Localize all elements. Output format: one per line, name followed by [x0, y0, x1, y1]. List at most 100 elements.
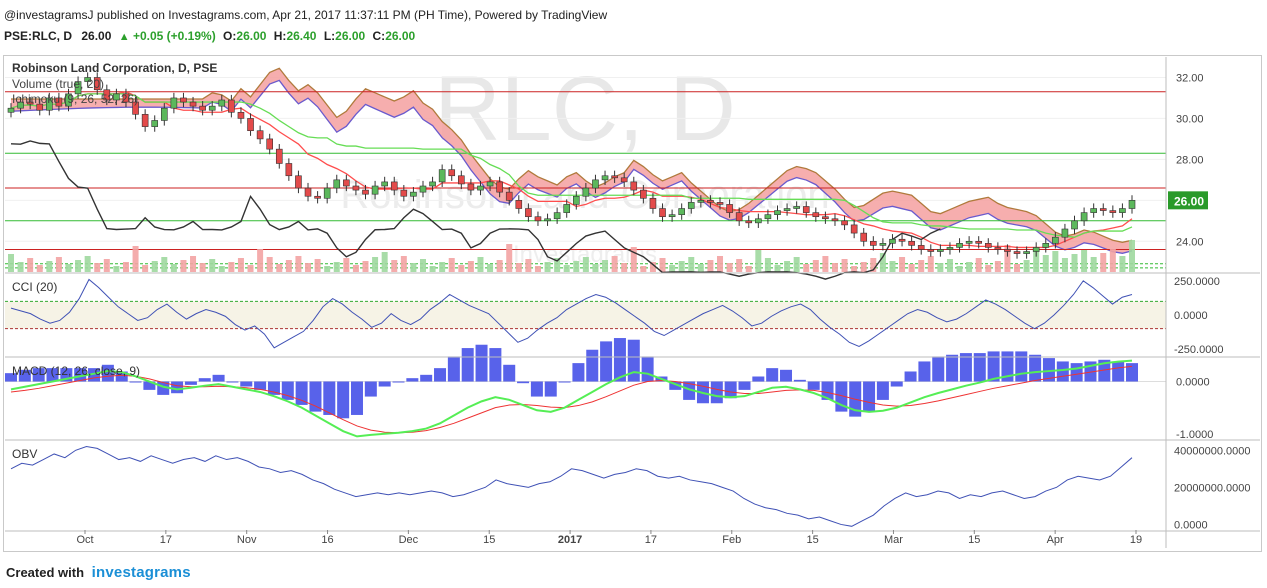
indicator-label: Volume (true, 20)	[12, 77, 104, 91]
candle-body	[975, 240, 983, 244]
volume-bar	[975, 258, 982, 272]
macd-histogram-bar	[1112, 361, 1125, 382]
volume-bar	[1090, 257, 1097, 272]
volume-bar	[352, 265, 359, 272]
volume-bar	[372, 257, 379, 272]
cci-tick-label: -250.0000	[1174, 344, 1224, 356]
candle-body	[525, 208, 532, 218]
macd-histogram-bar	[420, 374, 433, 382]
volume-bar	[333, 262, 340, 272]
volume-bar	[1071, 254, 1078, 272]
macd-histogram-bar	[863, 381, 876, 412]
volume-bar	[324, 266, 331, 272]
candle-body	[419, 185, 427, 193]
candle-body	[343, 179, 350, 187]
volume-bar	[669, 265, 676, 272]
candle-body	[189, 101, 197, 107]
candle-body	[151, 120, 159, 127]
candle-body	[879, 243, 887, 246]
volume-bar	[285, 260, 292, 272]
x-tick-label: Dec	[399, 534, 419, 546]
volume-bar	[94, 263, 101, 272]
x-tick-label: 17	[160, 534, 172, 546]
x-tick-label: 17	[645, 534, 657, 546]
candle-body	[1052, 236, 1059, 244]
candle-body	[505, 191, 513, 201]
investagrams-logo[interactable]: investagrams	[92, 564, 191, 581]
candle-body	[956, 243, 963, 248]
candle-body	[898, 238, 906, 242]
macd-histogram-bar	[1015, 351, 1028, 382]
macd-histogram-bar	[434, 368, 447, 382]
candle-body	[477, 185, 484, 191]
price-tick-label: 28.00	[1176, 154, 1204, 166]
macd-histogram-bar	[475, 344, 488, 382]
macd-histogram-bar	[807, 381, 820, 390]
macd-histogram-bar	[378, 381, 391, 387]
candle-body	[285, 163, 293, 177]
volume-bar	[582, 257, 589, 272]
x-tick-label: 15	[968, 534, 980, 546]
volume-bar	[305, 263, 312, 272]
candle-body	[429, 181, 436, 187]
macd-histogram-bar	[600, 341, 613, 382]
candle-body	[534, 216, 542, 222]
volume-bar	[736, 259, 743, 272]
volume-bar	[113, 266, 120, 272]
volume-bar	[1042, 255, 1049, 272]
macd-histogram-bar	[904, 371, 917, 382]
macd-histogram-bar	[364, 381, 377, 397]
x-tick-label: 2017	[558, 534, 582, 546]
macd-histogram-bar	[503, 364, 516, 382]
x-tick-label: Nov	[237, 534, 257, 546]
volume-bar	[822, 256, 829, 272]
volume-bar	[487, 264, 494, 272]
macd-histogram-bar	[724, 381, 737, 399]
volume-bar	[209, 259, 216, 272]
candle-body	[601, 175, 609, 181]
candle-body	[1071, 220, 1078, 230]
volume-bar	[228, 262, 235, 272]
macd-histogram-bar	[918, 361, 931, 382]
volume-bar	[410, 263, 417, 272]
candle-body	[774, 210, 781, 215]
macd-histogram-bar	[766, 368, 779, 382]
obv-pane[interactable]: OBV	[10, 446, 1133, 527]
volume-bar	[170, 264, 177, 272]
candle-body	[755, 218, 762, 224]
volume-bar	[391, 260, 398, 272]
cci-pane[interactable]: CCI (20)	[5, 278, 1166, 349]
volume-bar	[257, 249, 264, 272]
candle-body	[687, 202, 695, 209]
candle-body	[438, 169, 446, 183]
macd-histogram-bar	[932, 356, 945, 382]
macd-histogram-bar	[946, 354, 959, 382]
volume-bar	[697, 264, 704, 272]
candle-body	[659, 208, 666, 218]
volume-bar	[314, 259, 321, 272]
volume-bar	[343, 258, 350, 272]
volume-bar	[707, 260, 714, 272]
candle-body	[1090, 208, 1097, 213]
candle-body	[371, 185, 379, 195]
x-tick-label: 15	[483, 534, 495, 546]
candle-body	[726, 204, 733, 213]
cci-tick-label: 0.0000	[1174, 310, 1208, 322]
volume-bar	[927, 256, 934, 272]
volume-bar	[448, 258, 455, 272]
chart-canvas[interactable]: RLC, D Robinson Land Corporation Investa…	[0, 0, 1267, 588]
volume-bar	[688, 257, 695, 272]
candle-body	[764, 214, 772, 220]
macd-histogram-bar	[780, 369, 793, 382]
volume-bar	[419, 259, 426, 272]
volume-bar	[75, 260, 82, 272]
candle-body	[937, 249, 944, 252]
candle-body	[1023, 251, 1030, 254]
macd-pane[interactable]: MACD (12, 26, close, 9)	[5, 338, 1166, 438]
volume-bar	[458, 265, 465, 272]
volume-bar	[515, 263, 522, 272]
volume-bar	[918, 260, 925, 272]
macd-histogram-bar	[489, 348, 502, 382]
volume-bar	[621, 263, 628, 272]
obv-title: OBV	[12, 447, 37, 461]
